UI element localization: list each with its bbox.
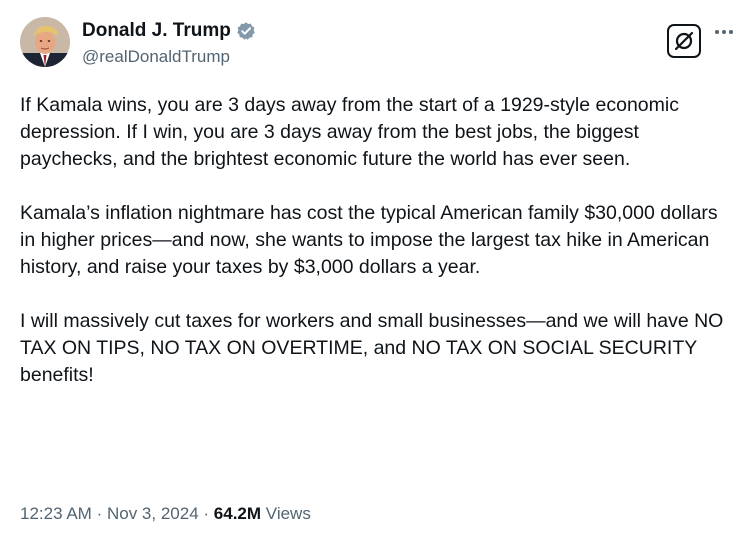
tweet-text: If Kamala wins, you are 3 days away from… bbox=[20, 92, 732, 389]
tweet-paragraph: If Kamala wins, you are 3 days away from… bbox=[20, 94, 679, 170]
grok-button[interactable] bbox=[667, 24, 701, 58]
views-label: Views bbox=[265, 504, 311, 523]
tweet-paragraph: I will massively cut taxes for workers a… bbox=[20, 310, 724, 386]
tweet-meta: 12:23 AM · Nov 3, 2024 · 64.2M Views bbox=[20, 503, 311, 525]
more-button[interactable] bbox=[710, 20, 738, 44]
more-icon bbox=[715, 30, 719, 34]
avatar[interactable] bbox=[20, 17, 70, 67]
tweet-date[interactable]: Nov 3, 2024 bbox=[107, 504, 199, 523]
grok-icon bbox=[674, 31, 694, 51]
more-icon-dot bbox=[729, 30, 733, 34]
meta-separator: · bbox=[203, 504, 210, 523]
tweet-time[interactable]: 12:23 AM bbox=[20, 504, 92, 523]
meta-separator: · bbox=[96, 504, 103, 523]
more-icon-dot bbox=[722, 30, 726, 34]
views-count[interactable]: 64.2M bbox=[214, 504, 261, 523]
tweet: Donald J. Trump @realDonaldTrump If Kama… bbox=[0, 0, 748, 534]
verified-badge-icon[interactable] bbox=[236, 21, 256, 41]
author-handle[interactable]: @realDonaldTrump bbox=[82, 47, 230, 67]
tweet-paragraph: Kamala’s inflation nightmare has cost th… bbox=[20, 202, 718, 278]
avatar-image bbox=[20, 17, 70, 67]
author-display-name[interactable]: Donald J. Trump bbox=[82, 20, 231, 42]
author-name-row: Donald J. Trump bbox=[82, 20, 256, 42]
